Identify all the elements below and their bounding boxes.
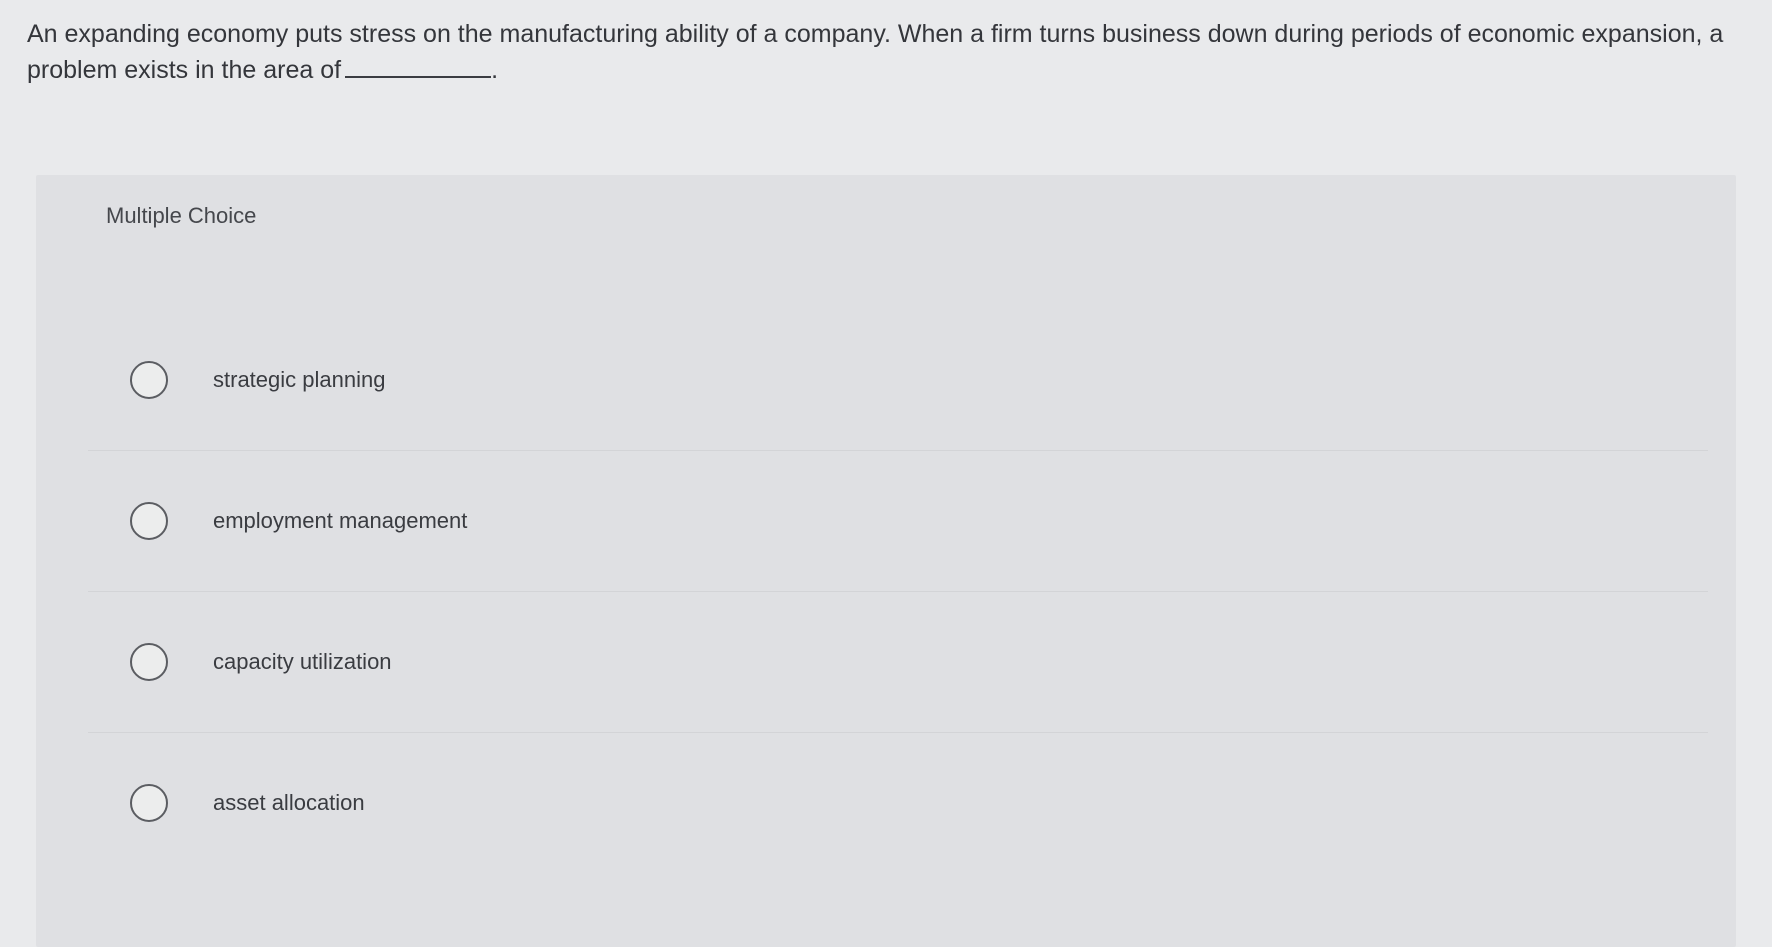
radio-button-icon[interactable] xyxy=(130,643,168,681)
choice-option-employment-management[interactable]: employment management xyxy=(88,450,1708,591)
choice-list: strategic planning employment management… xyxy=(88,310,1708,873)
choice-option-strategic-planning[interactable]: strategic planning xyxy=(88,310,1708,450)
choice-option-asset-allocation[interactable]: asset allocation xyxy=(88,732,1708,873)
radio-button-icon[interactable] xyxy=(130,784,168,822)
answer-blank xyxy=(345,54,492,78)
multiple-choice-label: Multiple Choice xyxy=(106,203,257,228)
question-prompt: An expanding economy puts stress on the … xyxy=(27,20,1724,84)
choice-label: asset allocation xyxy=(213,790,365,815)
radio-button-icon[interactable] xyxy=(130,502,168,540)
question-end-punctuation: . xyxy=(491,56,499,84)
multiple-choice-card: Multiple Choice strategic planning emplo… xyxy=(36,175,1736,947)
choice-label: capacity utilization xyxy=(213,649,392,674)
choice-label: employment management xyxy=(213,508,468,533)
radio-button-icon[interactable] xyxy=(130,361,168,399)
choice-option-capacity-utilization[interactable]: capacity utilization xyxy=(88,591,1708,732)
question-text: An expanding economy puts stress on the … xyxy=(27,16,1747,88)
choice-label: strategic planning xyxy=(213,367,386,392)
